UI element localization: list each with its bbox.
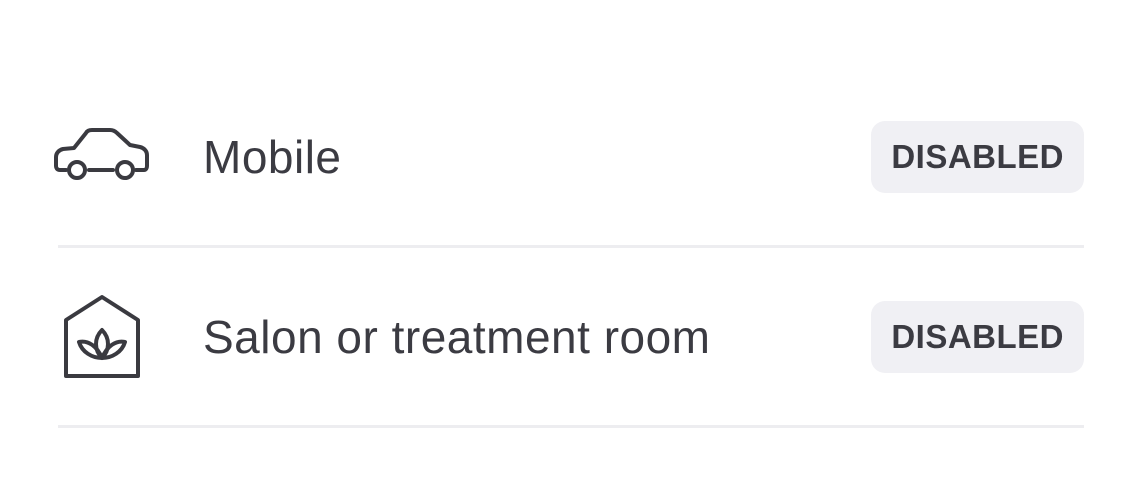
location-type-list: Mobile DISABLED Salon or treatment room …: [54, 68, 1084, 428]
location-label-salon: Salon or treatment room: [203, 310, 711, 363]
location-row-mobile[interactable]: Mobile DISABLED: [54, 68, 1084, 248]
salon-house-icon: [54, 289, 150, 385]
status-badge-salon: DISABLED: [871, 300, 1084, 373]
location-label-mobile: Mobile: [203, 130, 342, 183]
car-icon: [54, 109, 150, 205]
status-badge-mobile: DISABLED: [871, 120, 1084, 193]
location-row-salon[interactable]: Salon or treatment room DISABLED: [58, 248, 1084, 428]
